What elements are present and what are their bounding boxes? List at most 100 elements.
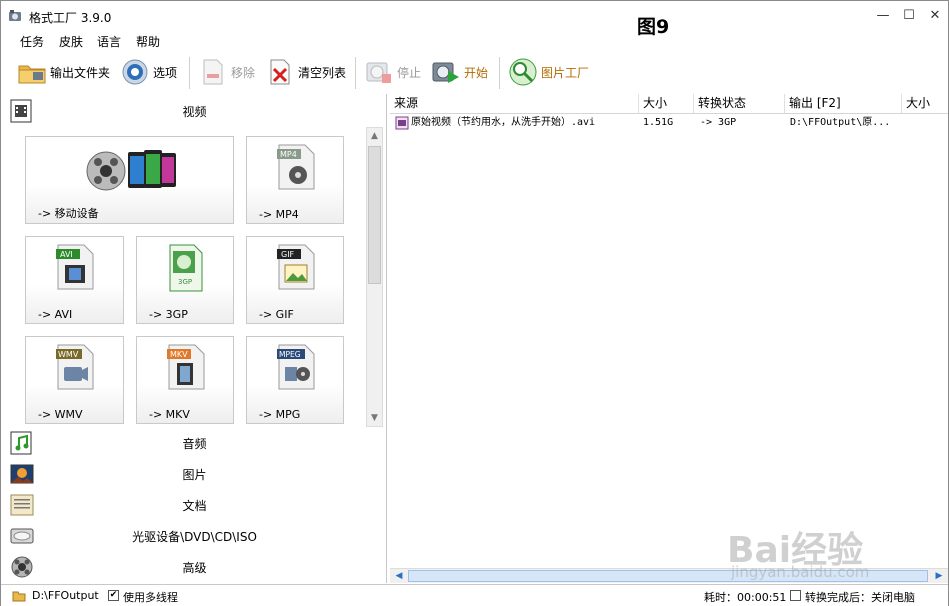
- toolbar: 输出文件夹 选项 移除 清空列表 停止 开始 图片工厂: [1, 53, 948, 93]
- window-title: 格式工厂 3.9.0: [29, 11, 112, 25]
- gif-file-icon: GIF: [277, 244, 315, 290]
- avi-badge-text: AVI: [60, 250, 73, 259]
- video-format-grid: -> 移动设备 MP4 -> MP4 AVI -> AVI 3GP -> 3GP…: [2, 130, 365, 424]
- 3gp-file-icon: 3GP: [169, 244, 203, 292]
- output-path[interactable]: D:\FFOutput: [32, 589, 99, 602]
- after-done-checkbox[interactable]: [790, 590, 801, 601]
- row-output-size: [906, 114, 946, 132]
- toolbar-separator: [499, 57, 500, 89]
- column-status[interactable]: 转换状态: [694, 94, 785, 113]
- after-done-label: 转换完成后：关闭电脑: [805, 591, 915, 604]
- picture-factory-label: 图片工厂: [541, 65, 590, 80]
- tile-mp4[interactable]: MP4 -> MP4: [246, 136, 344, 224]
- stop-button[interactable]: 停止: [364, 53, 421, 91]
- mpeg-file-icon: MPEG: [277, 344, 315, 390]
- category-disc-label: 光驱设备\DVD\CD\ISO: [132, 530, 257, 544]
- scroll-up-arrow-icon[interactable]: ▲: [367, 128, 382, 144]
- category-image[interactable]: 图片: [2, 459, 387, 489]
- row-source: 原始视频（节约用水，从洗手开始）.avi: [411, 117, 596, 128]
- task-table-header: 来源 大小 转换状态 输出 [F2] 大小: [390, 94, 948, 114]
- app-window: 格式工厂 3.9.0 图9 — ☐ ✕ 任务 皮肤 语言 帮助 输出文件夹 选项…: [0, 0, 949, 606]
- menu-task[interactable]: 任务: [20, 33, 44, 50]
- scroll-thumb[interactable]: [368, 146, 381, 284]
- output-folder-status-icon: [12, 591, 26, 602]
- maximize-button[interactable]: ☐: [898, 7, 920, 25]
- gif-badge-text: GIF: [281, 250, 295, 259]
- toolbar-separator: [189, 57, 190, 89]
- category-image-label: 图片: [182, 468, 207, 482]
- mp4-file-icon: MP4: [277, 144, 315, 190]
- category-video-label: 视频: [182, 105, 207, 119]
- picture-factory-button[interactable]: 图片工厂: [508, 53, 589, 91]
- scroll-left-arrow-icon[interactable]: ◀: [391, 569, 407, 583]
- tile-wmv[interactable]: WMV -> WMV: [25, 336, 124, 424]
- start-icon: [432, 62, 459, 83]
- multithread-checkbox[interactable]: ✔: [108, 590, 119, 601]
- mobile-device-icon: [86, 150, 176, 191]
- menu-skin[interactable]: 皮肤: [59, 33, 83, 50]
- avi-file-icon: AVI: [56, 244, 94, 290]
- tile-3gp[interactable]: 3GP -> 3GP: [136, 236, 234, 324]
- row-size: 1.51G: [643, 117, 674, 128]
- tile-label: -> MP4: [259, 208, 299, 221]
- stop-label: 停止: [397, 65, 422, 80]
- category-video[interactable]: 视频: [2, 96, 387, 126]
- tile-avi[interactable]: AVI -> AVI: [25, 236, 124, 324]
- category-panel: 视频 -> 移动设备 MP4 -> MP4 AVI -> AVI 3GP -> …: [2, 94, 387, 583]
- scroll-right-arrow-icon[interactable]: ▶: [931, 569, 947, 583]
- category-advanced[interactable]: 高级: [2, 552, 387, 582]
- folder-icon: [18, 65, 46, 84]
- options-button[interactable]: 选项: [120, 53, 177, 91]
- tiles-vertical-scrollbar[interactable]: ▲ ▼: [366, 127, 383, 427]
- wmv-file-icon: WMV: [56, 344, 94, 390]
- column-size[interactable]: 大小: [639, 94, 694, 113]
- column-output-size[interactable]: 大小: [902, 94, 948, 113]
- video-file-icon: [395, 116, 409, 130]
- toolbar-separator: [355, 57, 356, 89]
- gear-icon: [122, 59, 148, 85]
- minimize-button[interactable]: —: [872, 7, 894, 25]
- table-row[interactable]: 原始视频（节约用水，从洗手开始）.avi 1.51G -> 3GP D:\FFO…: [390, 114, 948, 132]
- tile-label: -> 3GP: [149, 308, 188, 321]
- mkv-file-icon: MKV: [167, 344, 205, 390]
- tile-gif[interactable]: GIF -> GIF: [246, 236, 344, 324]
- menu-language[interactable]: 语言: [97, 33, 121, 50]
- options-label: 选项: [153, 65, 178, 80]
- tile-label: -> GIF: [259, 308, 294, 321]
- multithread-label: 使用多线程: [123, 591, 178, 604]
- scroll-down-arrow-icon[interactable]: ▼: [367, 410, 382, 426]
- tile-label: -> WMV: [38, 408, 83, 421]
- row-status: -> 3GP: [700, 117, 737, 128]
- format-factory-app-icon: [9, 10, 21, 21]
- clear-list-label: 清空列表: [298, 65, 347, 80]
- remove-button[interactable]: 移除: [198, 53, 255, 91]
- column-output[interactable]: 输出 [F2]: [785, 94, 902, 113]
- start-button[interactable]: 开始: [431, 53, 488, 91]
- tile-label: -> AVI: [38, 308, 73, 321]
- tile-mpg[interactable]: MPEG -> MPG: [246, 336, 344, 424]
- mpeg-badge-text: MPEG: [279, 350, 301, 359]
- category-advanced-label: 高级: [182, 561, 207, 575]
- mkv-badge-text: MKV: [170, 350, 188, 359]
- tile-label: -> MKV: [149, 408, 190, 421]
- close-button[interactable]: ✕: [924, 7, 946, 25]
- category-audio[interactable]: 音频: [2, 428, 387, 458]
- category-audio-label: 音频: [182, 437, 207, 451]
- wmv-badge-text: WMV: [58, 350, 79, 359]
- category-disc[interactable]: 光驱设备\DVD\CD\ISO: [2, 521, 387, 551]
- task-list-panel: 来源 大小 转换状态 输出 [F2] 大小 原始视频（节约用水，从洗手开始）.a…: [390, 94, 948, 583]
- clear-list-icon: [270, 59, 290, 85]
- remove-doc-icon: [203, 59, 223, 85]
- row-output: D:\FFOutput\原...: [790, 117, 891, 128]
- menu-help[interactable]: 帮助: [136, 33, 160, 50]
- column-source[interactable]: 来源: [390, 94, 639, 113]
- category-document[interactable]: 文档: [2, 490, 387, 520]
- mp4-badge-text: MP4: [280, 150, 297, 159]
- clear-list-button[interactable]: 清空列表: [265, 53, 346, 91]
- tile-mobile-device[interactable]: -> 移动设备: [25, 136, 234, 224]
- status-bar: D:\FFOutput ✔ 使用多线程 耗时：00:00:51 转换完成后：关闭…: [1, 584, 948, 606]
- tile-mkv[interactable]: MKV -> MKV: [136, 336, 234, 424]
- output-folder-button[interactable]: 输出文件夹: [17, 53, 110, 91]
- output-folder-label: 输出文件夹: [50, 65, 111, 80]
- tile-label: -> MPG: [259, 408, 301, 421]
